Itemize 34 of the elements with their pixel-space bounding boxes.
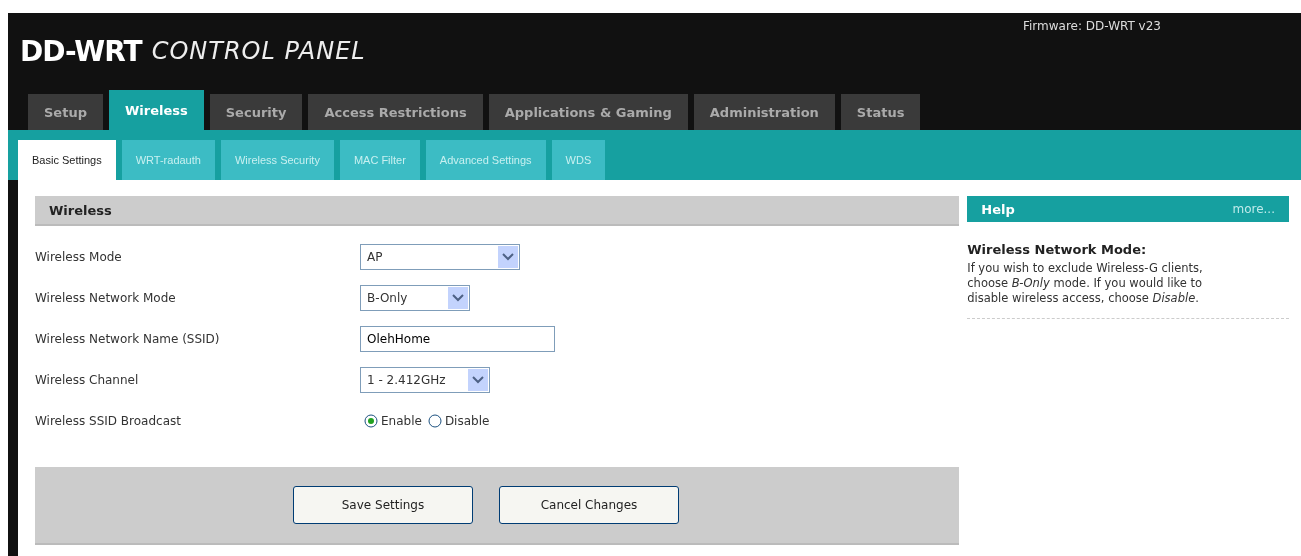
radio-label: Disable xyxy=(444,413,490,428)
nav-tab[interactable]: Access Restrictions xyxy=(308,94,483,130)
sub-tab[interactable]: Basic Settings xyxy=(18,140,116,180)
field-label: Wireless Network Mode xyxy=(35,290,177,305)
radio-label: Enable xyxy=(381,413,422,428)
nav-tab[interactable]: Applications & Gaming xyxy=(488,94,688,130)
action-button[interactable]: Cancel Changes xyxy=(499,486,679,524)
help-heading: Wireless Network Mode: xyxy=(967,242,1148,257)
chevron-down-icon[interactable] xyxy=(498,245,518,268)
dropdown[interactable]: 1 - 2.412GHz xyxy=(360,366,490,393)
section-title: Wireless xyxy=(49,202,112,218)
nav-tab[interactable]: Administration xyxy=(693,94,835,130)
field-label: Wireless Network Name (SSID) xyxy=(35,331,221,346)
chevron-down-icon[interactable] xyxy=(468,368,488,391)
radio-button[interactable] xyxy=(427,413,442,428)
nav-tab[interactable]: Wireless xyxy=(108,90,204,130)
field-label: Wireless Channel xyxy=(35,372,140,387)
nav-tab[interactable]: Setup xyxy=(28,94,103,130)
radio-button[interactable] xyxy=(364,413,378,428)
dropdown[interactable]: B-Only xyxy=(360,284,470,311)
chevron-down-icon[interactable] xyxy=(448,286,468,309)
help-title: Help xyxy=(981,201,1015,217)
input-field[interactable]: OlehHome xyxy=(360,325,555,352)
action-button[interactable]: Save Settings xyxy=(293,486,473,524)
logo-subtitle: CONTROL PANEL xyxy=(151,37,366,65)
field-label: Wireless SSID Broadcast xyxy=(35,413,182,428)
firmware-version: Firmware: DD-WRT v23 xyxy=(1022,18,1162,33)
help-text: If you wish to exclude Wireless-G clients, choose B-Only mode. If you would like to disable wireless access, choose Disable. xyxy=(967,261,1289,319)
field-label: Wireless Mode xyxy=(35,249,123,264)
nav-tab[interactable]: Status xyxy=(840,94,921,130)
nav-tab[interactable]: Security xyxy=(209,94,303,130)
more-link[interactable]: more... xyxy=(1232,202,1275,216)
logo-text: DD-WRT xyxy=(20,34,142,68)
dropdown[interactable]: AP xyxy=(360,243,520,270)
